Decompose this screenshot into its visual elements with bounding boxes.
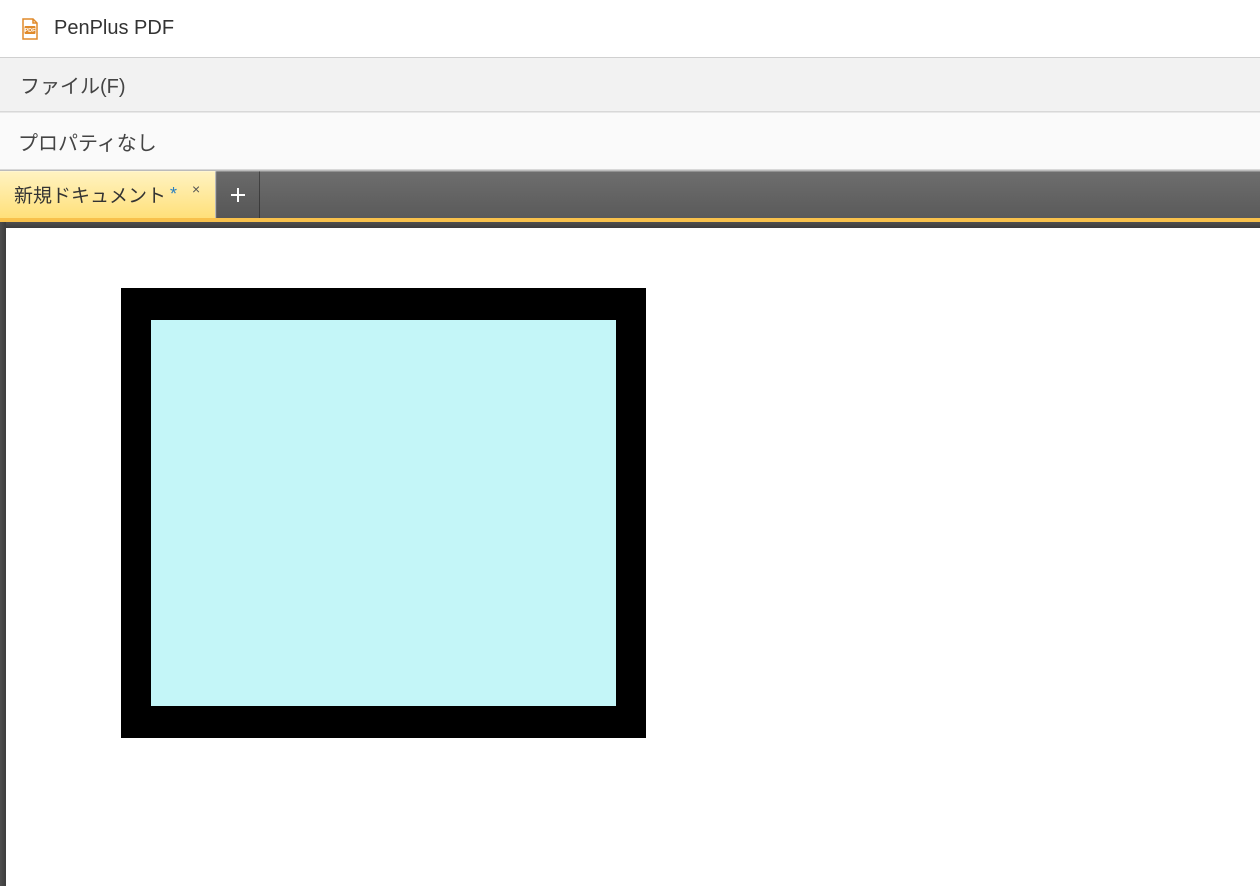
document-tab-label: 新規ドキュメント	[14, 181, 166, 208]
rectangle-shape[interactable]	[121, 288, 646, 738]
plus-icon	[229, 186, 247, 204]
rectangle-fill	[151, 320, 616, 706]
properties-message: プロパティなし	[18, 127, 157, 156]
canvas[interactable]	[6, 228, 1260, 886]
menu-bar: ファイル(F)	[0, 58, 1260, 112]
pdf-file-icon: PDF	[18, 17, 42, 41]
title-bar: PDF PenPlus PDF	[0, 0, 1260, 58]
properties-bar: プロパティなし	[0, 112, 1260, 170]
new-tab-button[interactable]	[216, 171, 260, 218]
document-tab[interactable]: 新規ドキュメント * ×	[0, 171, 216, 218]
app-title: PenPlus PDF	[54, 17, 174, 40]
menu-file[interactable]: ファイル(F)	[16, 64, 130, 105]
document-tab-dirty-indicator: *	[170, 184, 177, 205]
tab-strip: 新規ドキュメント * ×	[0, 170, 1260, 222]
close-icon[interactable]: ×	[187, 180, 205, 198]
document-area	[0, 222, 1260, 886]
svg-text:PDF: PDF	[25, 28, 37, 34]
